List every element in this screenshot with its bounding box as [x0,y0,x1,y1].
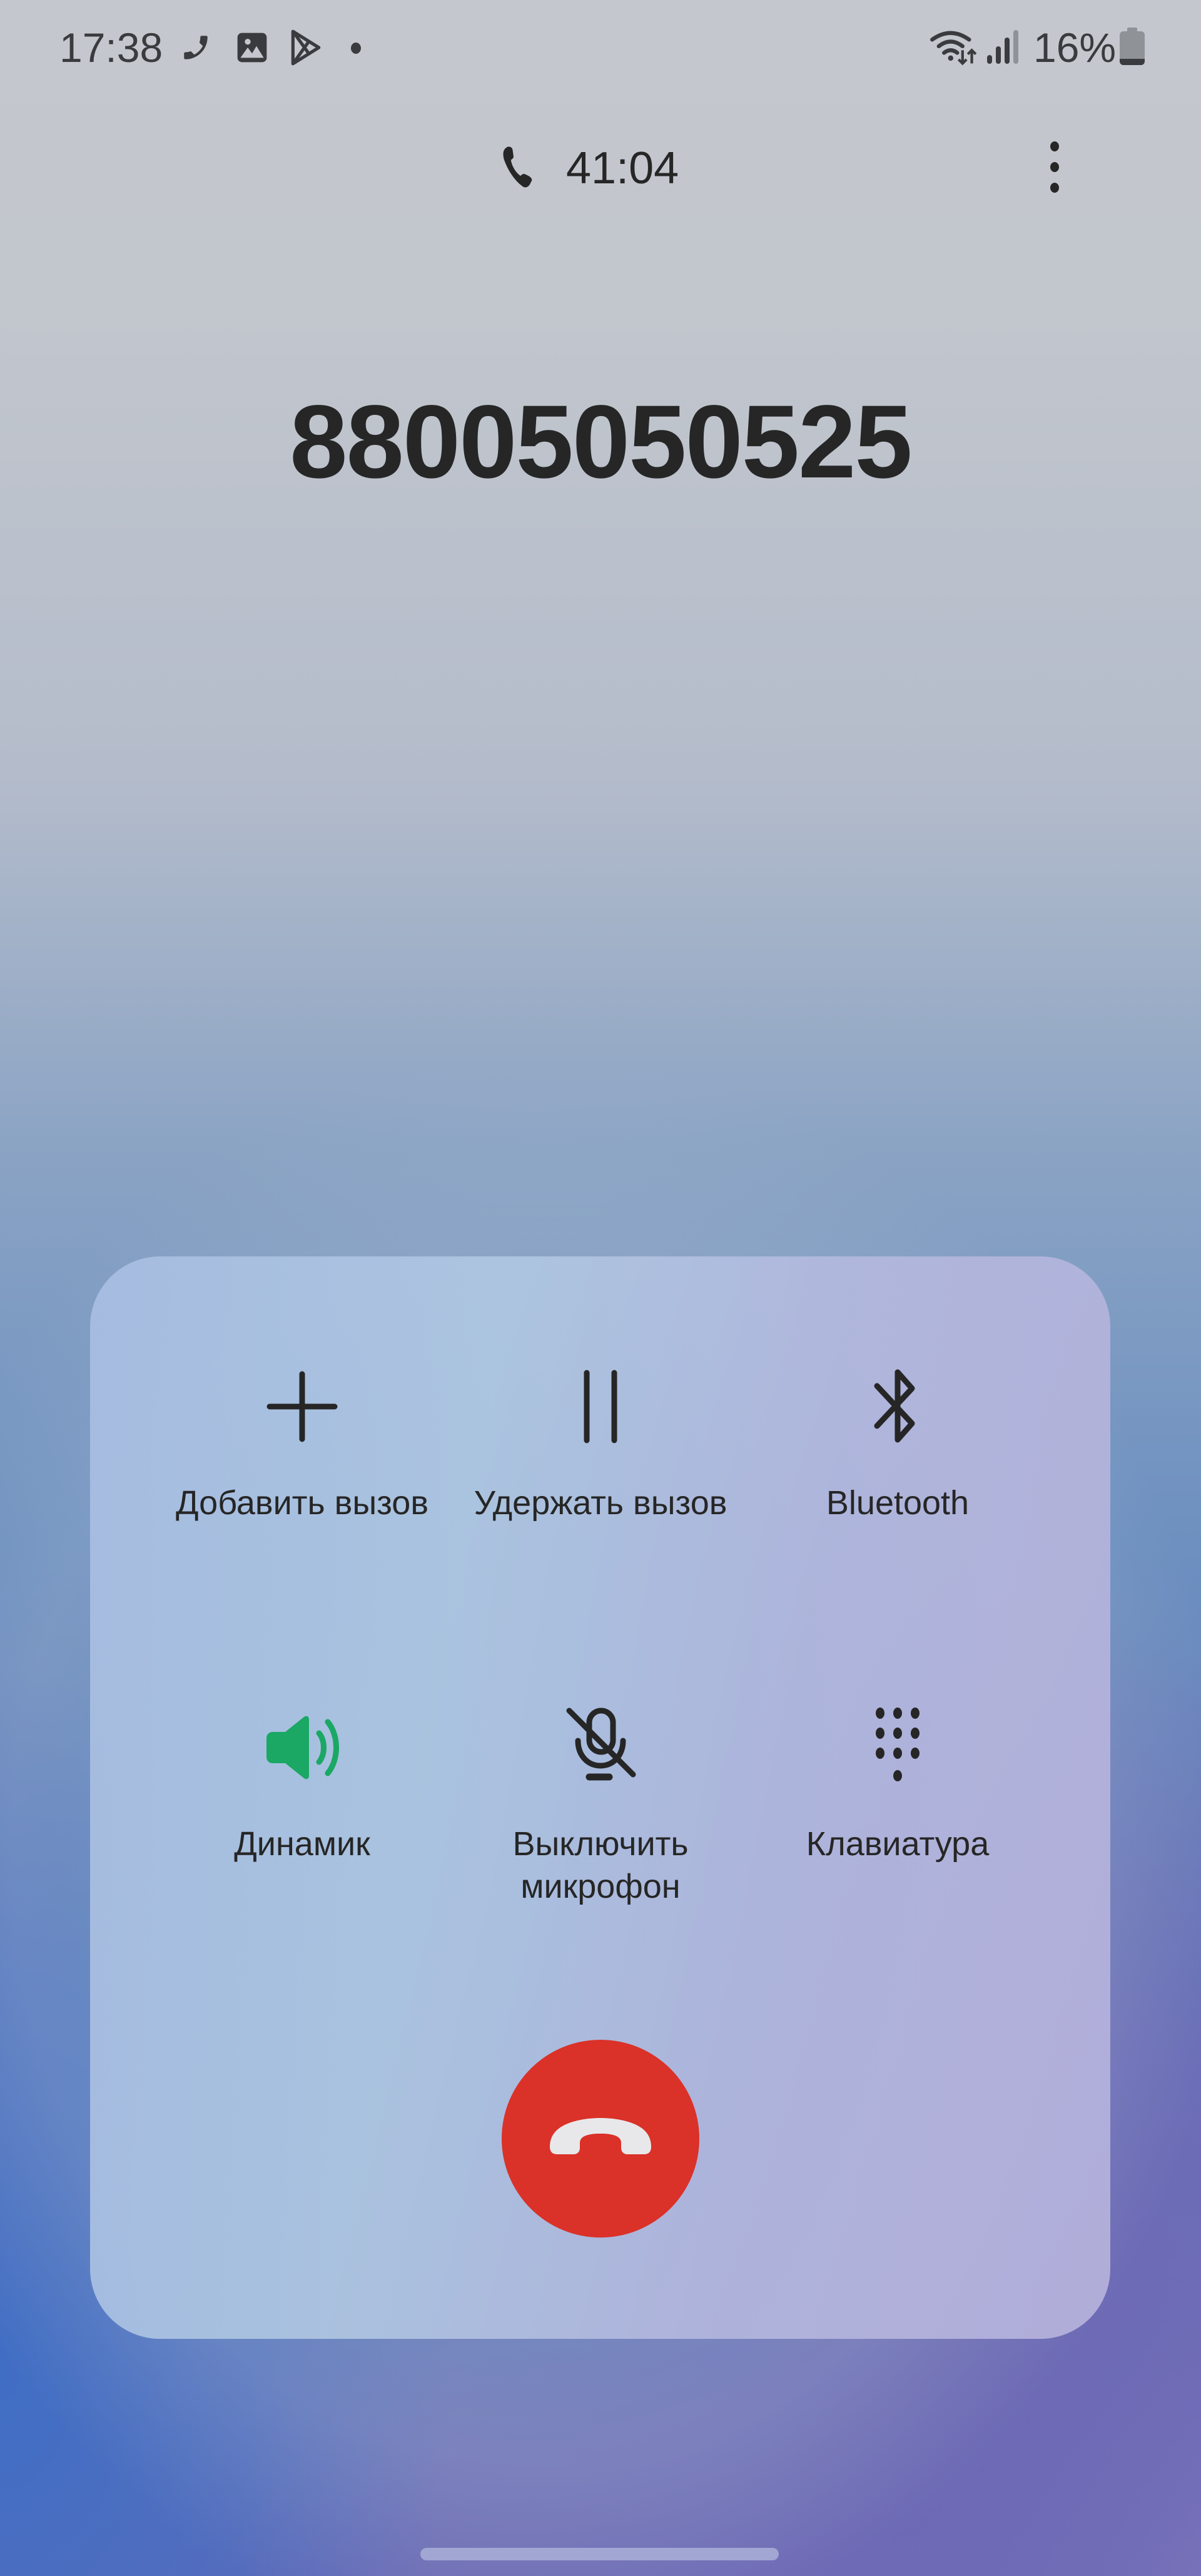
hold-call-label: Удержать вызов [474,1484,727,1522]
bluetooth-icon [854,1363,941,1450]
bluetooth-label: Bluetooth [826,1484,970,1522]
speaker-button[interactable]: Динамик [152,1704,452,1865]
caller-number: 88005050525 [290,384,913,500]
wifi-icon [930,29,977,66]
kebab-menu-icon [1050,141,1059,151]
end-call-icon [547,2115,654,2162]
more-options-button[interactable] [1038,139,1071,195]
mute-button[interactable]: Выключить микрофон [450,1704,751,1908]
kebab-menu-icon-dot [1050,183,1059,193]
more-notifications-dot [351,43,361,54]
battery-percent: 16% [1033,24,1117,71]
status-time: 17:38 [59,24,163,71]
speaker-label: Динамик [234,1825,370,1863]
add-call-button[interactable]: Добавить вызов [152,1363,452,1524]
play-store-icon [286,29,325,66]
end-call-button[interactable] [502,2040,699,2237]
signal-icon [986,29,1018,66]
keypad-icon [854,1704,941,1791]
mic-off-icon [557,1704,644,1791]
bluetooth-button[interactable]: Bluetooth [747,1363,1048,1524]
speaker-icon [258,1704,346,1791]
plus-icon [258,1363,346,1450]
active-call-icon [500,145,535,189]
pause-icon [557,1363,644,1450]
kebab-menu-icon-dot [1050,162,1059,172]
add-call-label: Добавить вызов [175,1484,429,1522]
battery-icon [1120,28,1145,65]
phone-call-icon [180,29,211,66]
gesture-nav-handle[interactable] [420,2548,779,2560]
keypad-button[interactable]: Клавиатура [747,1704,1048,1865]
mute-label: Выключить микрофон [512,1825,689,1905]
keypad-label: Клавиатура [806,1825,990,1863]
hold-call-button[interactable]: Удержать вызов [450,1363,751,1524]
gallery-icon [235,29,270,66]
call-timer: 41:04 [566,143,679,193]
